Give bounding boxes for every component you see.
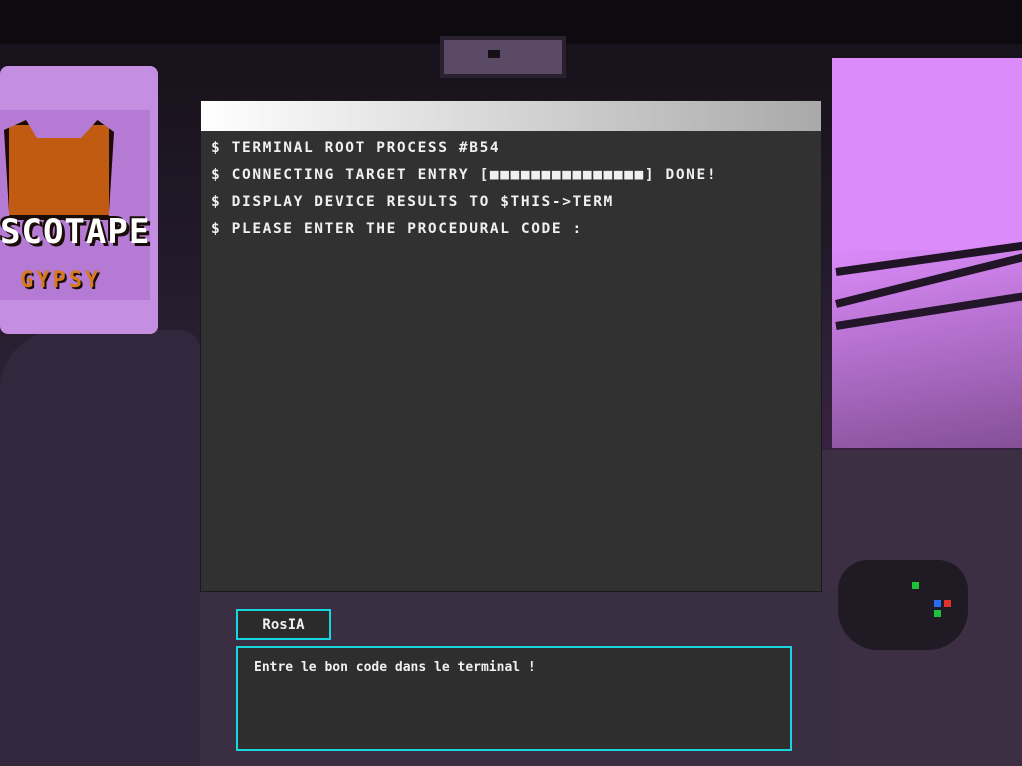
sticker-logo-text: SCOTAPE bbox=[0, 212, 151, 252]
terminal-titlebar bbox=[201, 101, 821, 131]
wall-device-slot bbox=[488, 50, 500, 58]
dialog-box[interactable]: Entre le bon code dans le terminal ! bbox=[236, 646, 792, 751]
gamepad-button bbox=[944, 600, 951, 607]
terminal-window[interactable]: $ TERMINAL ROOT PROCESS #B54 $ CONNECTIN… bbox=[201, 101, 821, 591]
terminal-line: $ CONNECTING TARGET ENTRY [■■■■■■■■■■■■■… bbox=[211, 167, 718, 183]
gamepad-button bbox=[934, 600, 941, 607]
chair bbox=[0, 330, 200, 766]
wall-shadow bbox=[822, 250, 1022, 450]
gamepad-button bbox=[912, 582, 919, 589]
terminal-prompt-line[interactable]: $ PLEASE ENTER THE PROCEDURAL CODE : bbox=[211, 220, 821, 247]
terminal-output: $ TERMINAL ROOT PROCESS #B54 $ CONNECTIN… bbox=[201, 131, 821, 247]
terminal-line: $ TERMINAL ROOT PROCESS #B54 bbox=[211, 140, 501, 156]
gamepad-button bbox=[934, 610, 941, 617]
wall-device bbox=[440, 36, 566, 78]
sticker-logo-subtext: GYPSY bbox=[20, 268, 102, 293]
speaker-name-tag: RosIA bbox=[236, 609, 331, 640]
dialog-text: Entre le bon code dans le terminal ! bbox=[254, 660, 536, 675]
terminal-line: $ DISPLAY DEVICE RESULTS TO $THIS->TERM bbox=[211, 194, 614, 210]
gamepad-icon bbox=[838, 560, 968, 650]
